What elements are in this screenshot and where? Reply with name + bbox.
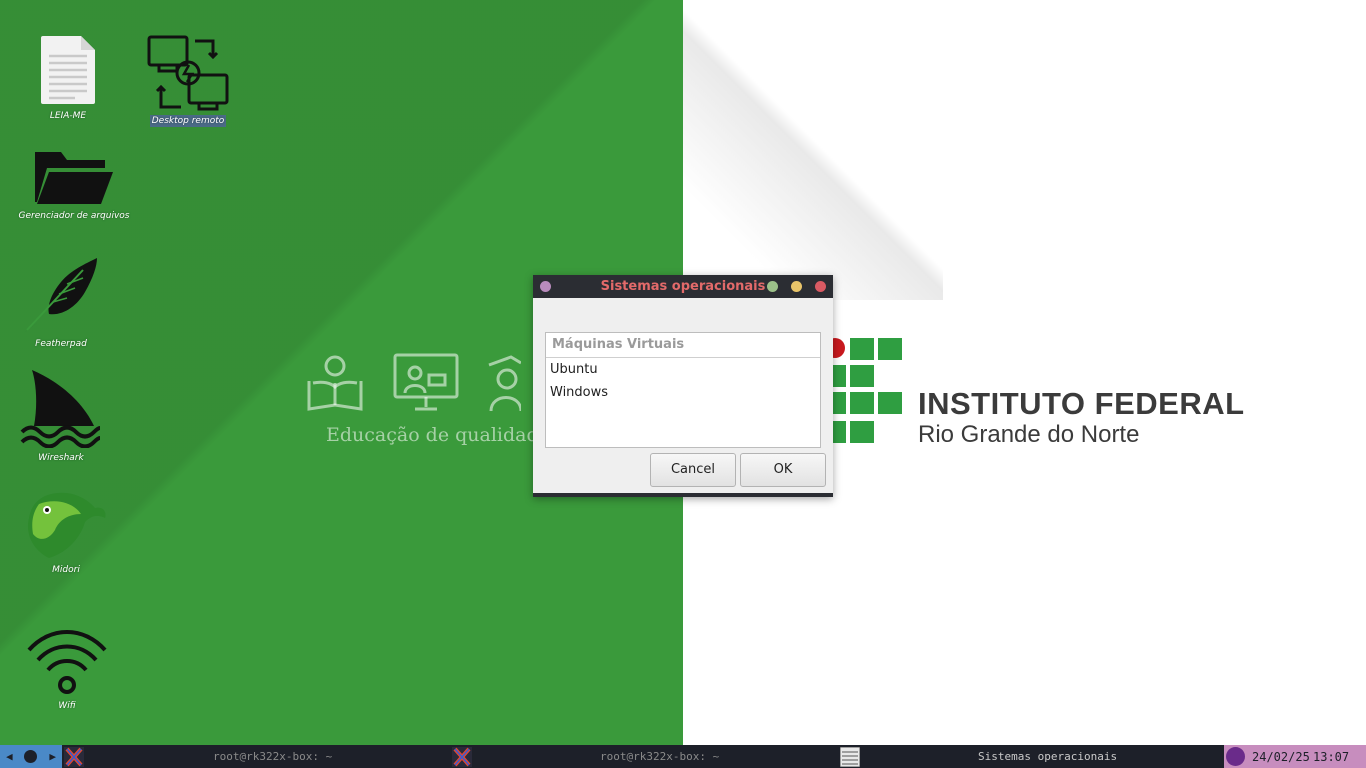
next-desktop-icon[interactable]: ▶ [49, 750, 56, 763]
desktop-icon-wireshark[interactable]: Wireshark [20, 368, 102, 464]
list-header[interactable]: Máquinas Virtuais [546, 333, 820, 358]
desktop-icon-label: Wireshark [38, 453, 84, 463]
desktop-icon-gerenciador-de-arquivos[interactable]: Gerenciador de arquivos [19, 148, 129, 222]
maximize-button[interactable] [791, 281, 802, 292]
institution-subtitle: Rio Grande do Norte [918, 421, 1140, 448]
taskbar: ◀ ▶ root@rk322x-box: ~ root@rk322x-box: … [0, 745, 1366, 768]
vm-list[interactable]: Máquinas Virtuais Ubuntu Windows [545, 332, 821, 448]
taskbar-task-terminal-2[interactable]: root@rk322x-box: ~ [450, 745, 838, 768]
dialog-title: Sistemas operacionais [600, 279, 766, 294]
taskbar-controls: ◀ ▶ [0, 745, 62, 768]
desktop-icon-label: Midori [52, 565, 80, 575]
os-selection-dialog: Sistemas operacionais Máquinas Virtuais … [533, 275, 833, 497]
desktop-icon-label: Gerenciador de arquivos [18, 211, 130, 221]
desktop-icon-label: LEIA-ME [49, 111, 87, 121]
x-terminal-icon [452, 746, 472, 767]
dialog-titlebar[interactable]: Sistemas operacionais [533, 275, 833, 298]
taskbar-task-terminal-1[interactable]: root@rk322x-box: ~ [62, 745, 450, 768]
task-label: Sistemas operacionais [978, 750, 1118, 763]
ifrn-logo [822, 338, 902, 443]
desktop-icon-wifi[interactable]: Wifi [26, 628, 108, 712]
list-window-icon [840, 746, 860, 767]
ok-button[interactable]: OK [740, 453, 826, 487]
desktop-icon-label: Wifi [58, 701, 76, 711]
desktop-menu-icon[interactable] [24, 750, 38, 763]
midori-icon [27, 492, 106, 558]
flame-icon [1226, 747, 1245, 766]
wifi-icon [27, 630, 107, 694]
folder-icon [35, 152, 113, 204]
desktop-icon-midori[interactable]: Midori [24, 490, 108, 576]
taskbar-date: 24/02/25 [1252, 750, 1310, 764]
taskbar-task-dialog[interactable]: Sistemas operacionais [838, 745, 1224, 768]
wallpaper-tagline: Educação de qualidade [326, 424, 550, 446]
list-item-windows[interactable]: Windows [546, 381, 820, 404]
wallpaper-white-shade [683, 0, 943, 300]
desktop-icon-featherpad[interactable]: Featherpad [22, 256, 100, 350]
reading-book-icon [307, 355, 363, 411]
feather-icon [25, 258, 97, 332]
shark-fin-icon [20, 370, 101, 448]
education-icons [305, 353, 521, 413]
cancel-button[interactable]: Cancel [650, 453, 736, 487]
x-terminal-icon [64, 746, 84, 767]
desktop-icon-leia-me[interactable]: LEIA-ME [38, 34, 98, 122]
text-file-icon [41, 36, 95, 104]
list-item-ubuntu[interactable]: Ubuntu [546, 358, 820, 381]
teacher-board-icon [393, 353, 459, 411]
remote-desktop-icon [147, 35, 229, 111]
taskbar-time: 13:07 [1313, 750, 1350, 764]
close-button[interactable] [815, 281, 826, 292]
minimize-button[interactable] [767, 281, 778, 292]
taskbar-clock-area[interactable]: 24/02/25 13:07 [1224, 745, 1366, 768]
previous-desktop-icon[interactable]: ◀ [6, 750, 13, 763]
task-label: root@rk322x-box: ~ [213, 750, 333, 763]
institution-title: INSTITUTO FEDERAL [918, 386, 1245, 421]
desktop-icon-label: Desktop remoto [149, 115, 227, 127]
dialog-bottom-border [533, 493, 833, 497]
graduate-icon [488, 355, 521, 412]
desktop-icon-label: Featherpad [35, 339, 87, 349]
desktop-icon-desktop-remoto[interactable]: Desktop remoto [146, 35, 230, 127]
task-label: root@rk322x-box: ~ [600, 750, 720, 763]
